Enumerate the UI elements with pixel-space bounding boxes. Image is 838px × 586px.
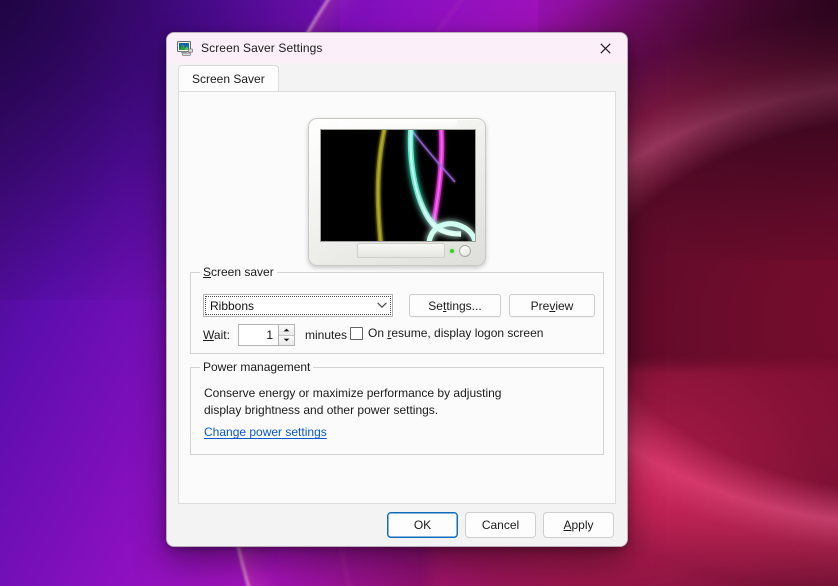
chevron-up-icon xyxy=(283,328,290,332)
power-led-icon xyxy=(450,248,454,253)
minutes-label: minutes xyxy=(305,328,348,342)
preview-screen xyxy=(320,129,476,242)
settings-button[interactable]: Settings... xyxy=(409,294,501,317)
checkbox-box[interactable] xyxy=(350,326,363,340)
window-title: Screen Saver Settings xyxy=(201,41,323,55)
close-icon xyxy=(599,42,611,54)
titlebar: Screen Saver Settings xyxy=(167,33,627,63)
apply-button[interactable]: Apply xyxy=(543,512,614,538)
screen-saver-settings-dialog: Screen Saver Settings Screen Saver Scree… xyxy=(166,32,628,547)
combo-selected-value: Ribbons xyxy=(210,298,255,313)
chevron-down-icon xyxy=(283,338,290,342)
monitor-bezel-highlight xyxy=(337,120,457,129)
screen-saver-groupbox: Screen saver Ribbons Settings... Preview… xyxy=(190,265,604,354)
settings-button-label: Settings... xyxy=(428,298,482,313)
screen-saver-combo[interactable]: Ribbons xyxy=(203,294,393,317)
dialog-footer: OK Cancel Apply xyxy=(167,504,627,546)
ok-button[interactable]: OK xyxy=(387,512,458,538)
cancel-button[interactable]: Cancel xyxy=(465,512,536,538)
power-button-icon xyxy=(459,244,471,257)
change-power-settings-link[interactable]: Change power settings xyxy=(204,425,327,439)
tab-label: Screen Saver xyxy=(192,71,265,86)
tab-page-screen-saver: Screen saver Ribbons Settings... Preview… xyxy=(178,91,616,504)
preview-button-label: Preview xyxy=(530,298,574,313)
monitor-base xyxy=(320,241,474,260)
apply-button-label: Apply xyxy=(563,518,594,532)
preview-button[interactable]: Preview xyxy=(509,294,595,317)
monitor-foot-bar xyxy=(357,243,445,258)
close-button[interactable] xyxy=(583,33,627,63)
spinner-up-button[interactable] xyxy=(279,325,294,336)
wait-label: Wait: xyxy=(203,328,230,342)
chevron-down-icon[interactable] xyxy=(372,302,392,309)
tabstrip: Screen Saver xyxy=(167,65,627,91)
power-management-groupbox: Power management Conserve energy or maxi… xyxy=(190,360,604,455)
wait-minutes-stepper[interactable]: 1 xyxy=(238,324,295,346)
screen-saver-preview-monitor[interactable] xyxy=(308,118,486,266)
preview-area xyxy=(179,92,615,266)
wait-minutes-input[interactable]: 1 xyxy=(238,324,278,346)
dialog-client-area: Screen Saver Screen saver Ribbons Settin… xyxy=(167,63,627,546)
display-monitor-icon xyxy=(177,40,193,56)
power-management-description: Conserve energy or maximize performance … xyxy=(204,386,502,417)
power-management-group-title: Power management xyxy=(200,360,314,374)
spinner-down-button[interactable] xyxy=(279,335,294,345)
screen-saver-group-title: Screen saver xyxy=(200,265,277,279)
ribbons-screensaver-icon xyxy=(321,130,475,241)
spinner-buttons xyxy=(278,324,295,346)
on-resume-logon-checkbox[interactable]: On resume, display logon screen xyxy=(350,326,543,340)
tab-screen-saver[interactable]: Screen Saver xyxy=(178,65,279,91)
checkbox-label: On resume, display logon screen xyxy=(368,326,544,340)
